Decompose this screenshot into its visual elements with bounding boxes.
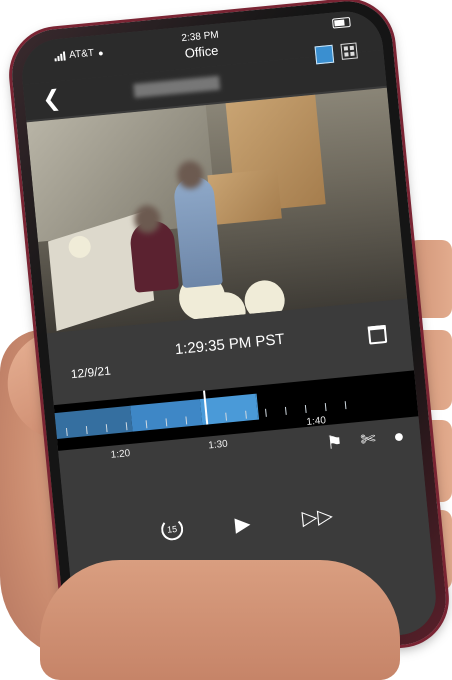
single-view-icon[interactable] <box>314 44 335 65</box>
calendar-icon[interactable] <box>367 324 388 345</box>
tick-label: 1:40 <box>306 415 327 428</box>
rewind-seconds: 15 <box>166 523 178 535</box>
play-icon[interactable]: ▶ <box>234 511 252 537</box>
back-icon[interactable]: ❮ <box>41 85 62 113</box>
scissors-icon[interactable]: ✄ <box>360 428 377 450</box>
toolbar: ⚑ ✄ ● <box>326 426 406 454</box>
rewind-15-icon[interactable]: 15 <box>160 517 185 542</box>
palm <box>40 560 400 680</box>
tick-label: 1:30 <box>207 438 229 452</box>
camera-icon[interactable]: ● <box>392 426 405 448</box>
battery-icon <box>331 16 351 29</box>
tick-label: 1:20 <box>110 448 131 461</box>
flag-icon[interactable]: ⚑ <box>326 432 344 454</box>
fast-forward-icon[interactable]: ▷▷ <box>301 503 334 531</box>
video-feed[interactable] <box>26 87 408 334</box>
playback-controls: 15 ▶ ▷▷ <box>66 494 429 554</box>
cardboard-box <box>207 168 282 226</box>
grid-view-icon[interactable] <box>340 42 358 60</box>
redacted-camera-name <box>133 75 221 98</box>
